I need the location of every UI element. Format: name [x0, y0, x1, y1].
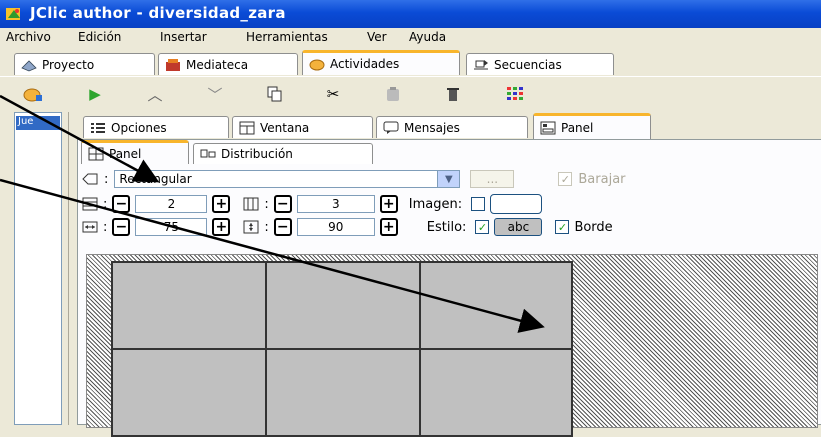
tab-distribucion[interactable]: Distribución [193, 143, 373, 164]
panel-icon [540, 121, 556, 135]
cols-colon: : [264, 196, 269, 212]
play-icon[interactable]: ▶ [84, 84, 106, 104]
toolbar: ▶ ︿ ﹀ ✂ [0, 76, 821, 110]
sequences-icon [473, 58, 489, 72]
panel-grid-icon [88, 147, 104, 161]
tab-mediateca-label: Mediateca [186, 57, 249, 72]
shape-options-button[interactable]: ... [470, 170, 515, 188]
delete-icon[interactable] [442, 84, 464, 104]
menu-edicion[interactable]: Edición [78, 30, 121, 44]
move-down-icon[interactable]: ﹀ [204, 84, 226, 104]
tab-ventana[interactable]: Ventana [232, 116, 373, 138]
style-button[interactable]: abc [494, 218, 543, 236]
tab-distribucion-label: Distribución [221, 147, 293, 161]
menu-bar: Archivo Edición Insertar Herramientas Ve… [0, 28, 821, 48]
tab-mensajes[interactable]: Mensajes [376, 116, 528, 138]
shape-select-value: Rectangular [119, 172, 192, 186]
cols-input[interactable]: 3 [296, 195, 375, 213]
activity-list-selected-item[interactable]: Jue [16, 116, 60, 130]
height-increment-button[interactable]: + [379, 218, 398, 236]
grid-preview [111, 261, 573, 437]
menu-herramientas[interactable]: Herramientas [246, 30, 328, 44]
tab-panel-inner[interactable]: Panel [81, 140, 189, 164]
rows-increment-button[interactable]: + [212, 195, 231, 213]
preview-canvas[interactable] [86, 254, 818, 437]
cut-icon[interactable]: ✂ [322, 84, 344, 104]
menu-insertar[interactable]: Insertar [160, 30, 207, 44]
activity-editor: Opciones Ventana Mensajes Panel Panel Di… [68, 112, 821, 437]
tab-panel[interactable]: Panel [533, 113, 651, 139]
shuffle-check-icon: ✓ [558, 172, 573, 186]
messages-icon [383, 121, 399, 135]
menu-archivo[interactable]: Archivo [6, 30, 51, 44]
menu-ayuda[interactable]: Ayuda [409, 30, 446, 44]
border-check-icon: ✓ [555, 220, 570, 234]
shape-row: : Rectangular ▼ ... ✓ Barajar [82, 170, 626, 188]
image-label: Imagen: [408, 196, 463, 212]
tab-opciones[interactable]: Opciones [83, 116, 229, 138]
shape-select[interactable]: Rectangular ▼ [114, 170, 461, 188]
rows-decrement-button[interactable]: − [112, 195, 131, 213]
tab-secuencias-label: Secuencias [494, 57, 562, 72]
tab-actividades[interactable]: Actividades [302, 50, 460, 75]
border-label: Borde [574, 219, 613, 235]
paste-icon[interactable] [382, 84, 404, 104]
shape-icon [82, 172, 98, 186]
tab-proyecto[interactable]: Proyecto [14, 53, 155, 75]
rows-icon [82, 197, 98, 211]
title-bar: JClic author - diversidad_zara [0, 0, 821, 28]
grid-line-horizontal [113, 348, 571, 350]
tab-actividades-label: Actividades [330, 57, 400, 71]
jclic-logo-icon [6, 6, 22, 22]
grid-size-row: : − 2 + : − 3 + Imagen: [82, 194, 543, 214]
shuffle-checkbox[interactable]: ✓ Barajar [558, 171, 626, 187]
distribution-icon [200, 147, 216, 161]
grid-icon[interactable] [504, 84, 526, 104]
cols-decrement-button[interactable]: − [273, 195, 292, 213]
height-decrement-button[interactable]: − [273, 218, 292, 236]
options-icon [90, 121, 106, 135]
menu-ver[interactable]: Ver [367, 30, 387, 44]
width-decrement-button[interactable]: − [112, 218, 131, 236]
cols-increment-button[interactable]: + [379, 195, 398, 213]
activity-list[interactable]: Jue [14, 112, 62, 425]
style-label: Estilo: [426, 219, 467, 235]
copy-icon[interactable] [264, 84, 286, 104]
shape-colon: : [104, 171, 109, 187]
tab-mensajes-label: Mensajes [404, 120, 460, 135]
tab-mediateca[interactable]: Mediateca [158, 53, 298, 75]
tab-proyecto-label: Proyecto [42, 57, 95, 72]
image-select-button[interactable] [490, 194, 543, 214]
window-icon [239, 121, 255, 135]
height-colon: : [264, 219, 269, 235]
height-icon [243, 220, 259, 234]
width-colon: : [103, 219, 108, 235]
width-increment-button[interactable]: + [212, 218, 231, 236]
new-activity-icon[interactable] [22, 84, 44, 104]
tab-panel-inner-label: Panel [109, 146, 142, 161]
width-icon [82, 220, 98, 234]
window-title: JClic author - diversidad_zara [30, 4, 286, 22]
tab-panel-label: Panel [561, 120, 594, 135]
rows-input[interactable]: 2 [135, 195, 208, 213]
rows-colon: : [103, 196, 108, 212]
tab-opciones-label: Opciones [111, 120, 167, 135]
tab-ventana-label: Ventana [260, 120, 310, 135]
move-up-icon[interactable]: ︿ [144, 84, 166, 104]
tab-secuencias[interactable]: Secuencias [466, 53, 614, 75]
media-library-icon [165, 58, 181, 72]
main-tab-row: Proyecto Mediateca Actividades Secuencia… [0, 48, 821, 76]
columns-icon [243, 197, 259, 211]
cell-size-row: : − 75 + : − 90 + Estilo: ✓ abc ✓ Borde [82, 218, 613, 236]
shuffle-label: Barajar [578, 171, 626, 187]
activities-icon [309, 57, 325, 71]
panel-settings: Panel Distribución : Rectangular ▼ ... ✓… [77, 139, 821, 437]
image-checkbox[interactable] [471, 197, 486, 211]
border-checkbox[interactable]: ✓ Borde [555, 219, 613, 235]
style-check-icon[interactable]: ✓ [475, 220, 490, 234]
chevron-down-icon[interactable]: ▼ [437, 171, 460, 187]
project-icon [21, 58, 37, 72]
height-input[interactable]: 90 [296, 218, 375, 236]
width-input[interactable]: 75 [135, 218, 208, 236]
